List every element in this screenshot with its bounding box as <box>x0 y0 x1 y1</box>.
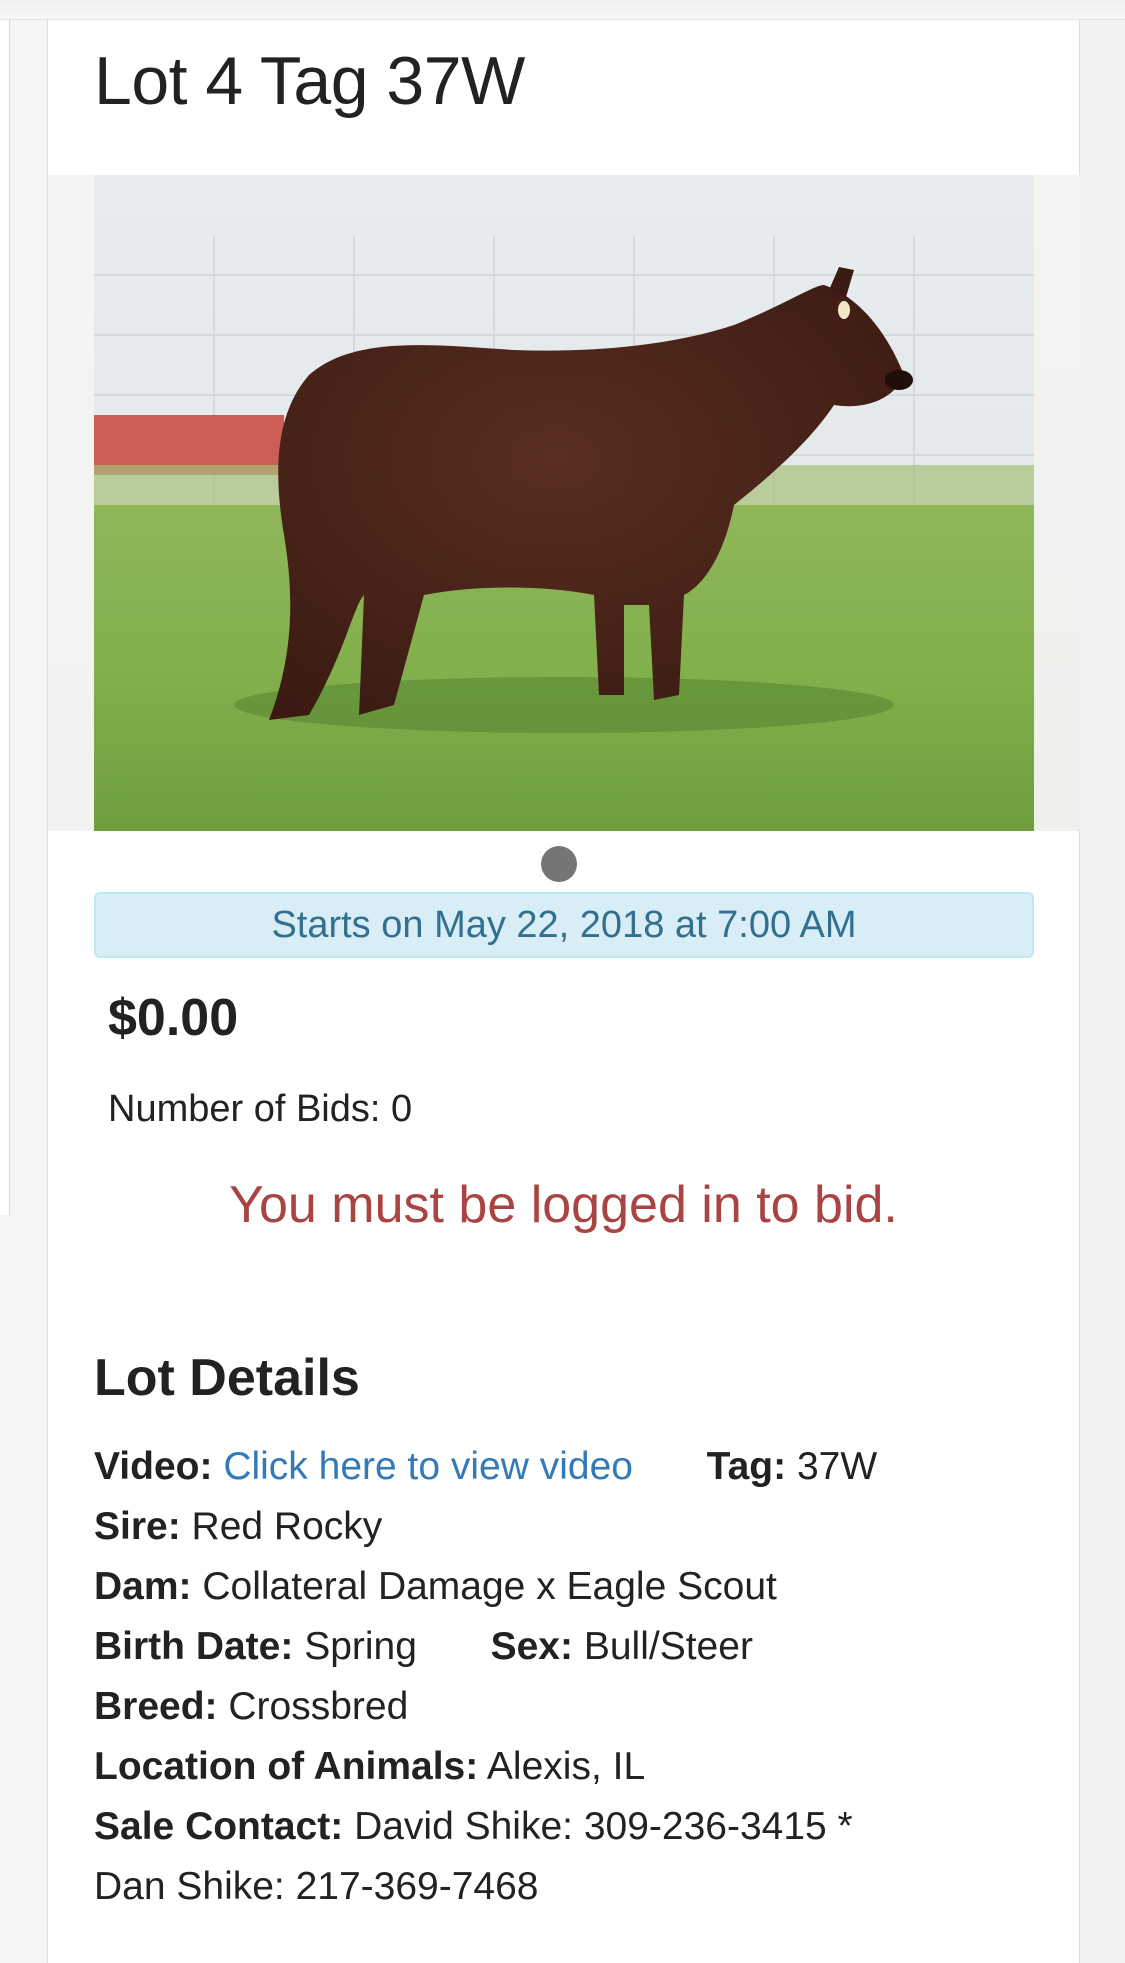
carousel-indicator-dot[interactable] <box>541 846 577 882</box>
sex-value: Bull/Steer <box>583 1625 753 1668</box>
dam-value: Collateral Damage x Eagle Scout <box>202 1565 777 1608</box>
browser-top-edge <box>0 0 1125 20</box>
detail-row-sire: Sire: Red Rocky <box>94 1505 382 1549</box>
login-required-message: You must be logged in to bid. <box>229 1176 898 1234</box>
photo-side-right <box>1034 175 1080 831</box>
detail-row-contact-2: Dan Shike: 217-369-7468 <box>94 1865 538 1909</box>
start-time-text: Starts on May 22, 2018 at 7:00 AM <box>271 903 857 946</box>
lot-card: Lot 4 Tag 37W Starts on May 22, 2018 at … <box>47 20 1080 1963</box>
sale-contact-label: Sale Contact: <box>94 1805 344 1848</box>
start-time-alert: Starts on May 22, 2018 at 7:00 AM <box>94 892 1034 958</box>
video-label: Video: <box>94 1445 213 1488</box>
lot-details-heading: Lot Details <box>94 1349 360 1407</box>
lot-photo[interactable] <box>94 175 1034 831</box>
detail-row-dam: Dam: Collateral Damage x Eagle Scout <box>94 1565 777 1609</box>
birth-date-label: Birth Date: <box>94 1625 294 1668</box>
detail-row-contact: Sale Contact: David Shike: 309-236-3415 … <box>94 1805 853 1849</box>
current-price: $0.00 <box>108 989 239 1047</box>
location-label: Location of Animals: <box>94 1745 479 1788</box>
view-video-link[interactable]: Click here to view video <box>223 1445 633 1488</box>
sex-label: Sex: <box>490 1625 573 1668</box>
steer-photo-image <box>94 175 1034 831</box>
birth-date-value: Spring <box>304 1625 417 1668</box>
right-gutter <box>1080 20 1125 1963</box>
dam-label: Dam: <box>94 1565 192 1608</box>
sale-contact-value: David Shike: 309-236-3415 * <box>354 1805 853 1848</box>
sire-value: Red Rocky <box>191 1505 383 1548</box>
bid-count-value: 0 <box>391 1088 413 1130</box>
lot-title: Lot 4 Tag 37W <box>94 43 525 119</box>
bid-count-label: Number of Bids: <box>108 1088 381 1130</box>
sire-label: Sire: <box>94 1505 181 1548</box>
detail-row-location: Location of Animals: Alexis, IL <box>94 1745 645 1789</box>
detail-row-video-tag: Video: Click here to view video Tag: 37W <box>94 1445 877 1489</box>
sale-contact-value-2: Dan Shike: 217-369-7468 <box>94 1865 539 1908</box>
photo-side-left <box>48 175 94 831</box>
tag-label: Tag: <box>706 1445 787 1488</box>
detail-row-breed: Breed: Crossbred <box>94 1685 408 1729</box>
breed-value: Crossbred <box>228 1685 409 1728</box>
bid-count: Number of Bids: 0 <box>108 1088 412 1131</box>
detail-row-birth-sex: Birth Date: Spring Sex: Bull/Steer <box>94 1625 753 1669</box>
location-value: Alexis, IL <box>486 1745 646 1788</box>
tag-value: 37W <box>796 1445 878 1488</box>
breed-label: Breed: <box>94 1685 218 1728</box>
left-sidebar-edge <box>0 20 10 1215</box>
